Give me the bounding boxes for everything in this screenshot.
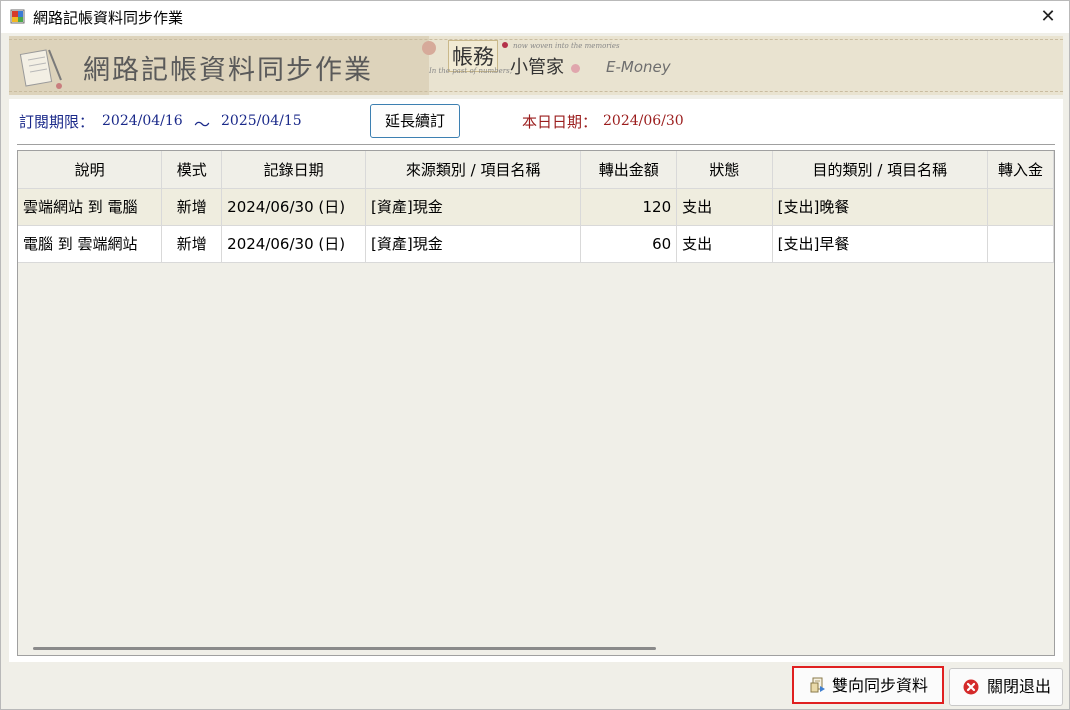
- subscription-label: 訂閱期限：: [19, 113, 95, 131]
- column-header-date[interactable]: 記錄日期: [221, 151, 367, 189]
- cell-source: [資產]現金: [365, 225, 582, 263]
- title-bar: 網路記帳資料同步作業 ✕: [1, 1, 1069, 33]
- scrollbar-thumb[interactable]: [33, 647, 656, 650]
- close-button-label: 關閉退出: [987, 677, 1052, 696]
- divider: [17, 144, 1055, 146]
- cell-in-amount: [987, 188, 1054, 226]
- cell-date: 2024/06/30 (日): [221, 188, 367, 226]
- app-icon: [10, 9, 25, 24]
- column-header-desc[interactable]: 說明: [18, 151, 163, 189]
- decor-circle: [422, 41, 436, 55]
- main-panel: 訂閱期限： 2024/04/16 ～ 2025/04/15 延長續訂 本日日期：…: [9, 99, 1063, 662]
- table-row[interactable]: 雲端網站 到 電腦 新增 2024/06/30 (日) [資產]現金 120 支…: [18, 188, 1054, 226]
- sync-both-ways-button[interactable]: 雙向同步資料: [792, 666, 944, 704]
- cell-desc: 電腦 到 雲端網站: [18, 225, 163, 263]
- column-header-dest[interactable]: 目的類別 / 項目名稱: [772, 151, 989, 189]
- cell-status: 支出: [676, 225, 773, 263]
- close-icon[interactable]: ✕: [1035, 4, 1061, 30]
- heart-icon: [571, 64, 580, 73]
- extend-subscription-button[interactable]: 延長續訂: [370, 104, 460, 138]
- subscription-end: 2025/04/15: [221, 113, 302, 129]
- brand-product: E-Money: [606, 58, 671, 76]
- close-exit-button[interactable]: 關閉退出: [949, 668, 1063, 706]
- column-header-in-amount[interactable]: 轉入金: [987, 151, 1054, 189]
- column-header-amount[interactable]: 轉出金額: [580, 151, 678, 189]
- brand-sub: 小管家: [510, 57, 564, 78]
- cell-dest: [支出]早餐: [772, 225, 989, 263]
- cell-dest: [支出]晚餐: [772, 188, 989, 226]
- cell-status: 支出: [676, 188, 773, 226]
- window-title: 網路記帳資料同步作業: [33, 9, 184, 27]
- grid-table: 說明 模式 記錄日期 來源類別 / 項目名稱 轉出金額 狀態 目的類別 / 項目…: [18, 151, 1054, 263]
- notebook-pen-icon: [19, 49, 62, 89]
- cell-mode: 新增: [161, 225, 223, 263]
- subscription-start: 2024/04/16: [102, 113, 183, 129]
- horizontal-scrollbar[interactable]: [18, 641, 1054, 655]
- subscription-tilde: ～: [194, 115, 211, 134]
- sync-data-grid[interactable]: 說明 模式 記錄日期 來源類別 / 項目名稱 轉出金額 狀態 目的類別 / 項目…: [17, 150, 1055, 656]
- cell-in-amount: [987, 225, 1054, 263]
- banner-title: 網路記帳資料同步作業: [83, 55, 373, 86]
- sync-window: 網路記帳資料同步作業 ✕ 網路記帳資料同步作業 帳務 now woven int…: [0, 0, 1070, 710]
- cell-amount: 60: [580, 225, 678, 263]
- grid-header-row: 說明 模式 記錄日期 來源類別 / 項目名稱 轉出金額 狀態 目的類別 / 項目…: [18, 151, 1054, 189]
- cell-date: 2024/06/30 (日): [221, 225, 367, 263]
- column-header-status[interactable]: 狀態: [676, 151, 773, 189]
- brand-tagline-top: now woven into the memories: [513, 42, 620, 50]
- cell-source: [資產]現金: [365, 188, 582, 226]
- decor-dot: [502, 42, 508, 48]
- sync-button-label: 雙向同步資料: [832, 676, 929, 695]
- error-circle-icon: [963, 679, 979, 695]
- today-label: 本日日期：: [522, 113, 598, 131]
- header-banner: 網路記帳資料同步作業 帳務 now woven into the memorie…: [9, 36, 1063, 95]
- cell-amount: 120: [580, 188, 678, 226]
- cell-mode: 新增: [161, 188, 223, 226]
- today-value: 2024/06/30: [603, 113, 684, 129]
- brand-tagline-bottom: In the past of numbers,: [429, 67, 512, 75]
- column-header-mode[interactable]: 模式: [161, 151, 223, 189]
- column-header-source[interactable]: 來源類別 / 項目名稱: [365, 151, 582, 189]
- sync-icon: [810, 677, 825, 693]
- cell-desc: 雲端網站 到 電腦: [18, 188, 163, 226]
- table-row[interactable]: 電腦 到 雲端網站 新增 2024/06/30 (日) [資產]現金 60 支出…: [18, 225, 1054, 263]
